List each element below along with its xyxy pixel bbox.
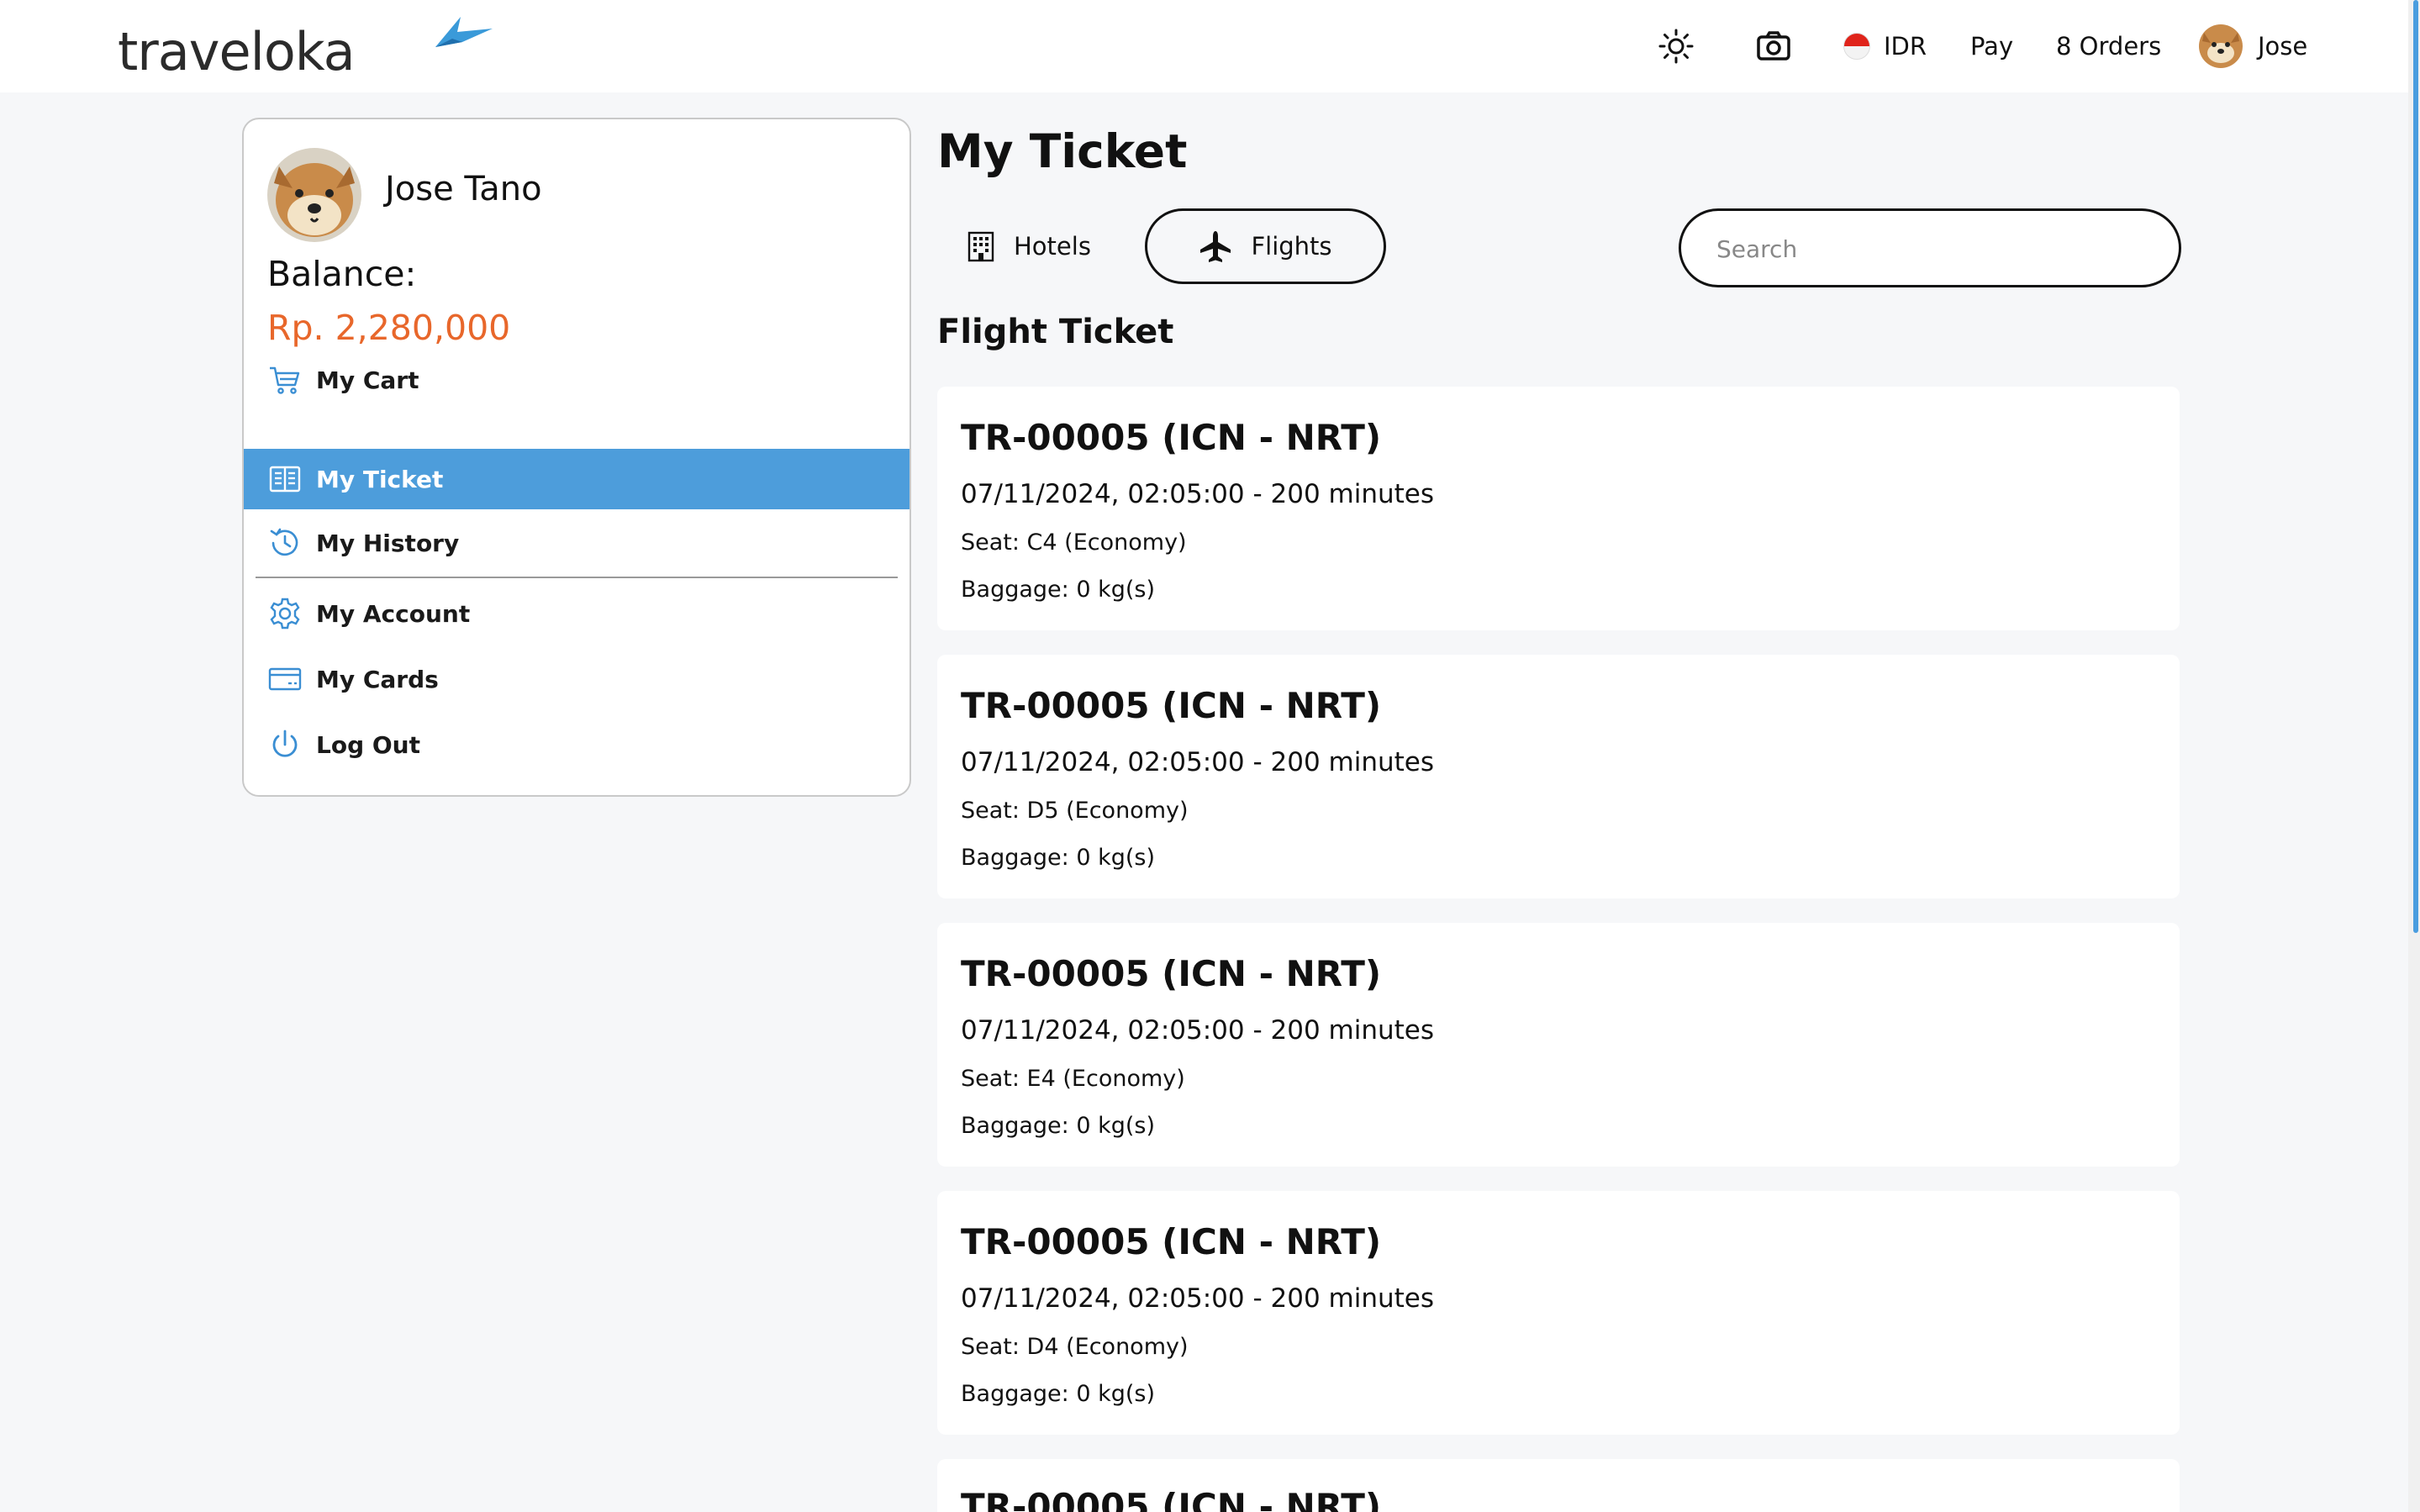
ticket-code: TR-00005 (ICN - NRT) [961,953,1382,994]
airplane-icon [1199,229,1232,263]
tab-flights[interactable]: Flights [1145,208,1386,284]
balance-value: Rp. 2,280,000 [267,308,511,348]
profile-name: Jose Tano [385,170,542,208]
sun-icon [1658,29,1694,64]
ticket-baggage: Baggage: 0 kg(s) [961,1113,1155,1139]
ticket-card[interactable]: TR-00005 (ICN - NRT) 07/11/2024, 02:05:0… [937,655,2180,898]
history-icon [267,525,303,561]
sidebar-item-label: My Cart [316,366,419,394]
balance-label: Balance: [267,254,417,294]
ticket-seat: Seat: D4 (Economy) [961,1334,1189,1360]
ticket-book-icon [267,461,303,497]
top-navigation-bar: traveloka IDR Pay 8 Orders Jose [0,0,2420,92]
card-icon [267,661,303,697]
profile-avatar [267,148,361,242]
tab-label: Flights [1251,232,1332,261]
ticket-card[interactable]: TR-00005 (ICN - NRT) 07/11/2024, 02:05:0… [937,1191,2180,1435]
user-name: Jose [2258,32,2308,61]
page-scrollbar[interactable] [2408,0,2420,1512]
avatar [2199,24,2243,68]
ticket-code: TR-00005 (ICN - NRT) [961,1486,1382,1512]
gear-icon [267,596,303,631]
user-menu[interactable]: Jose [2199,24,2307,69]
camera-icon [1757,31,1790,61]
sidebar-item-label: My History [316,529,460,557]
indonesia-flag-icon [1843,33,1870,60]
scrollbar-thumb[interactable] [2413,0,2418,933]
orders-link[interactable]: 8 Orders [2056,24,2161,69]
sidebar-item-my-cart[interactable]: My Cart [244,350,909,410]
building-icon [967,230,995,262]
ticket-baggage: Baggage: 0 kg(s) [961,577,1155,603]
page-title: My Ticket [937,124,1188,178]
ticket-baggage: Baggage: 0 kg(s) [961,845,1155,871]
search-box[interactable] [1679,208,2181,287]
logo-text: traveloka [118,21,356,82]
ticket-datetime: 07/11/2024, 02:05:00 - 200 minutes [961,479,1435,509]
ticket-datetime: 07/11/2024, 02:05:00 - 200 minutes [961,1283,1435,1314]
sidebar-item-label: Log Out [316,730,420,759]
ticket-datetime: 07/11/2024, 02:05:00 - 200 minutes [961,747,1435,777]
currency-label: IDR [1884,32,1927,61]
currency-selector[interactable]: IDR [1843,24,1927,69]
ticket-baggage: Baggage: 0 kg(s) [961,1381,1155,1407]
sidebar-item-label: My Account [316,599,471,628]
cart-icon [267,362,303,398]
traveloka-logo[interactable]: traveloka [118,13,493,82]
menu-divider [256,577,898,578]
pay-label: Pay [1970,32,2014,61]
tab-label: Hotels [1014,232,1091,261]
logo-bird-icon [435,17,493,47]
sidebar-item-my-cards[interactable]: My Cards [244,649,909,709]
pay-link[interactable]: Pay [1970,24,2013,69]
orders-label: 8 Orders [2056,32,2162,61]
sidebar-item-my-account[interactable]: My Account [244,583,909,644]
ticket-seat: Seat: D5 (Economy) [961,798,1189,824]
sidebar-item-my-history[interactable]: My History [244,513,909,573]
search-input[interactable] [1715,211,2155,287]
power-icon [267,727,303,762]
ticket-datetime: 07/11/2024, 02:05:00 - 200 minutes [961,1015,1435,1046]
ticket-code: TR-00005 (ICN - NRT) [961,1221,1382,1262]
camera-button[interactable] [1755,24,1792,69]
sidebar-item-my-ticket[interactable]: My Ticket [244,449,909,509]
ticket-card[interactable]: TR-00005 (ICN - NRT) 07/11/2024, 02:05:0… [937,387,2180,630]
sidebar-item-label: My Cards [316,665,439,693]
ticket-code: TR-00005 (ICN - NRT) [961,417,1382,458]
theme-toggle-button[interactable] [1658,24,1695,69]
section-title: Flight Ticket [937,313,1174,351]
ticket-card[interactable]: TR-00005 (ICN - NRT) [937,1459,2180,1512]
ticket-code: TR-00005 (ICN - NRT) [961,685,1382,726]
ticket-seat: Seat: C4 (Economy) [961,529,1187,556]
account-sidebar: Jose Tano Balance: Rp. 2,280,000 My Cart… [242,118,911,797]
sidebar-item-log-out[interactable]: Log Out [244,714,909,775]
ticket-seat: Seat: E4 (Economy) [961,1066,1185,1092]
ticket-card[interactable]: TR-00005 (ICN - NRT) 07/11/2024, 02:05:0… [937,923,2180,1167]
tab-hotels[interactable]: Hotels [967,208,1091,284]
sidebar-item-label: My Ticket [316,465,444,493]
